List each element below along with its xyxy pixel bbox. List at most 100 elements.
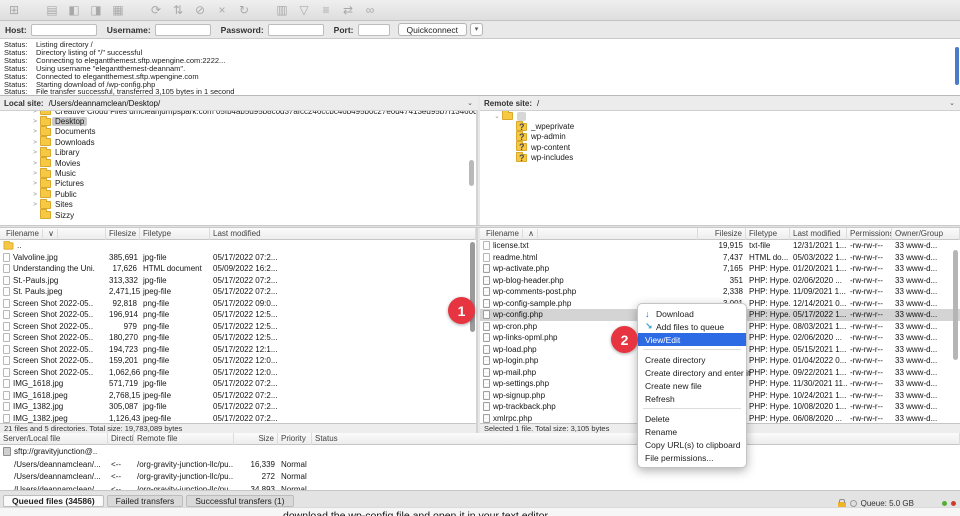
remote-header-permissions[interactable]: Permissions (847, 228, 892, 240)
compare-icon[interactable]: ≡ (318, 1, 334, 19)
username-input[interactable] (155, 24, 211, 36)
local-header-filesize[interactable]: Filesize (106, 228, 140, 240)
queue-header-serverlocal[interactable]: Server/Local file (0, 433, 108, 445)
file-row[interactable]: Screen Shot 2022-05..180,270png-file05/1… (0, 332, 476, 344)
menu-item-create-directory[interactable]: Create directory (638, 353, 746, 366)
process-queue-icon[interactable]: ⇅ (170, 1, 186, 19)
file-row[interactable]: Screen Shot 2022-05..194,723png-file05/1… (0, 344, 476, 356)
disclosure-icon[interactable]: > (30, 139, 40, 146)
tree-item-_wpeprivate[interactable]: _wpeprivate (480, 121, 960, 131)
queue-row[interactable]: /Users/deannamclean/...<--/org-gravity-j… (0, 483, 960, 490)
disclosure-icon[interactable]: ⌄ (492, 112, 502, 120)
remote-tree-toggle-icon[interactable]: ◨ (88, 1, 104, 19)
file-row[interactable]: Screen Shot 2022-05..159,201png-file05/1… (0, 355, 476, 367)
tab-successful-transfers-[interactable]: Successful transfers (1) (186, 495, 293, 507)
tab-failed-transfers[interactable]: Failed transfers (107, 495, 184, 507)
tree-item-sites[interactable]: >Sites (0, 200, 476, 210)
remote-site-bar[interactable]: Remote site: / ⌄ (480, 96, 960, 111)
disclosure-icon[interactable]: > (30, 201, 40, 208)
file-row[interactable]: readme.html7,437HTML do...05/03/2022 1..… (480, 252, 960, 264)
directory-listing-icon[interactable]: ▥ (274, 1, 290, 19)
tree-item-movies[interactable]: >Movies (0, 158, 476, 168)
remote-site-chevron-icon[interactable]: ⌄ (949, 99, 955, 107)
file-row[interactable]: wp-comments-post.php2,338PHP: Hype..11/0… (480, 286, 960, 298)
file-row[interactable]: Understanding the Uni.17,626HTML documen… (0, 263, 476, 275)
tree-item-public[interactable]: >Public (0, 189, 476, 199)
queue-header-priority[interactable]: Priority (278, 433, 312, 445)
quickconnect-dropdown-icon[interactable]: ▾ (470, 23, 483, 36)
queue-header-remote[interactable]: Remote file (134, 433, 234, 445)
menu-item-copy-url-s-to-clipboard[interactable]: Copy URL(s) to clipboard (638, 438, 746, 451)
tree-item-pictures[interactable]: >Pictures (0, 179, 476, 189)
tree-item-documents[interactable]: >Documents (0, 127, 476, 137)
sync-browse-icon[interactable]: ⇄ (340, 1, 356, 19)
disclosure-icon[interactable]: > (30, 191, 40, 198)
queue-row[interactable]: /Users/deannamclean/...<--/org-gravity-j… (0, 470, 960, 483)
quickconnect-button[interactable]: Quickconnect (398, 23, 468, 36)
file-row[interactable]: St.-Pauls.jpg313,332jpg-file05/17/2022 0… (0, 275, 476, 287)
file-row[interactable]: Screen Shot 2022-05..196,914png-file05/1… (0, 309, 476, 321)
disclosure-icon[interactable]: > (30, 170, 40, 177)
find-icon[interactable]: ∞ (362, 1, 378, 19)
cancel-icon[interactable]: ⊘ (192, 1, 208, 19)
menu-item-create-new-file[interactable]: Create new file (638, 379, 746, 392)
menu-item-add-files-to-queue[interactable]: ↘Add files to queue (638, 320, 746, 333)
tree-item-creative-cloud[interactable]: >Creative Cloud Files dmcleanjumpspark.c… (0, 111, 476, 116)
tree-item-desktop[interactable]: >Desktop (0, 116, 476, 126)
file-row[interactable]: wp-blog-header.php351PHP: Hype..02/06/20… (480, 275, 960, 287)
remote-list-scrollbar[interactable] (953, 250, 958, 360)
menu-item-view-edit[interactable]: View/Edit (638, 333, 746, 346)
queue-header-direction[interactable]: Direction (108, 433, 134, 445)
file-row[interactable]: Screen Shot 2022-05..1,062,663png-file05… (0, 367, 476, 379)
local-site-chevron-icon[interactable]: ⌄ (467, 99, 473, 107)
tree-item-wp-admin[interactable]: wp-admin (480, 132, 960, 142)
file-row[interactable]: wp-activate.php7,165PHP: Hype..01/20/202… (480, 263, 960, 275)
file-row[interactable]: IMG_1618.jpg571,719jpg-file05/17/2022 07… (0, 378, 476, 390)
queue-header-status[interactable]: Status (312, 433, 960, 445)
remote-header-filetype[interactable]: Filetype (746, 228, 790, 240)
disclosure-icon[interactable]: > (30, 149, 40, 156)
local-tree-toggle-icon[interactable]: ◧ (66, 1, 82, 19)
remote-header-owner[interactable]: Owner/Group (892, 228, 960, 240)
filter-icon[interactable]: ▽ (296, 1, 312, 19)
tab-queued-files-[interactable]: Queued files (34586) (3, 495, 104, 507)
menu-item-delete[interactable]: Delete (638, 412, 746, 425)
port-input[interactable] (358, 24, 390, 36)
queue-header-size[interactable]: Size (234, 433, 278, 445)
remote-tree-root[interactable]: ⌄ (480, 111, 960, 121)
file-row[interactable]: Screen Shot 2022-05..979png-file05/17/20… (0, 321, 476, 333)
tree-item-downloads[interactable]: >Downloads (0, 137, 476, 147)
file-row[interactable]: IMG_1618.jpeg2,768,159jpeg-file05/17/202… (0, 390, 476, 402)
file-row[interactable]: St. Pauls.jpeg2,471,152jpeg-file05/17/20… (0, 286, 476, 298)
refresh-icon[interactable]: ⟳ (148, 1, 164, 19)
tree-item-music[interactable]: >Music (0, 168, 476, 178)
menu-item-rename[interactable]: Rename (638, 425, 746, 438)
disclosure-icon[interactable]: > (30, 180, 40, 187)
file-row[interactable]: .. (0, 240, 476, 252)
tree-item-library[interactable]: >Library (0, 148, 476, 158)
menu-item-file-permissions-[interactable]: File permissions... (638, 451, 746, 464)
queue-toggle-icon[interactable]: ▦ (110, 1, 126, 19)
file-row[interactable]: IMG_1382.jpg305,087jpg-file05/17/2022 07… (0, 401, 476, 413)
tree-item-sizzy[interactable]: Sizzy (0, 210, 476, 220)
file-row[interactable]: license.txt19,915txt-file12/31/2021 1...… (480, 240, 960, 252)
remote-header-filesize[interactable]: Filesize (698, 228, 746, 240)
message-log-toggle-icon[interactable]: ▤ (44, 1, 60, 19)
disclosure-icon[interactable]: > (30, 118, 40, 125)
local-header-modified[interactable]: Last modified (210, 228, 476, 240)
local-header-filetype[interactable]: Filetype (140, 228, 210, 240)
file-row[interactable]: Valvoline.jpg385,691jpg-file05/17/2022 0… (0, 252, 476, 264)
menu-item-refresh[interactable]: Refresh (638, 392, 746, 405)
log-scrollbar[interactable] (955, 47, 959, 85)
reconnect-icon[interactable]: ↻ (236, 1, 252, 19)
file-row[interactable]: Screen Shot 2022-05..92,818png-file05/17… (0, 298, 476, 310)
host-input[interactable] (31, 24, 97, 36)
disclosure-icon[interactable]: > (30, 111, 40, 115)
disclosure-icon[interactable]: > (30, 128, 40, 135)
disconnect-icon[interactable]: × (214, 1, 230, 19)
disclosure-icon[interactable]: > (30, 160, 40, 167)
remote-header-modified[interactable]: Last modified (790, 228, 847, 240)
local-site-bar[interactable]: Local site: /Users/deannamclean/Desktop/… (0, 96, 478, 111)
tree-item-wp-includes[interactable]: wp-includes (480, 153, 960, 163)
menu-item-create-directory-and-enter-it[interactable]: Create directory and enter it (638, 366, 746, 379)
